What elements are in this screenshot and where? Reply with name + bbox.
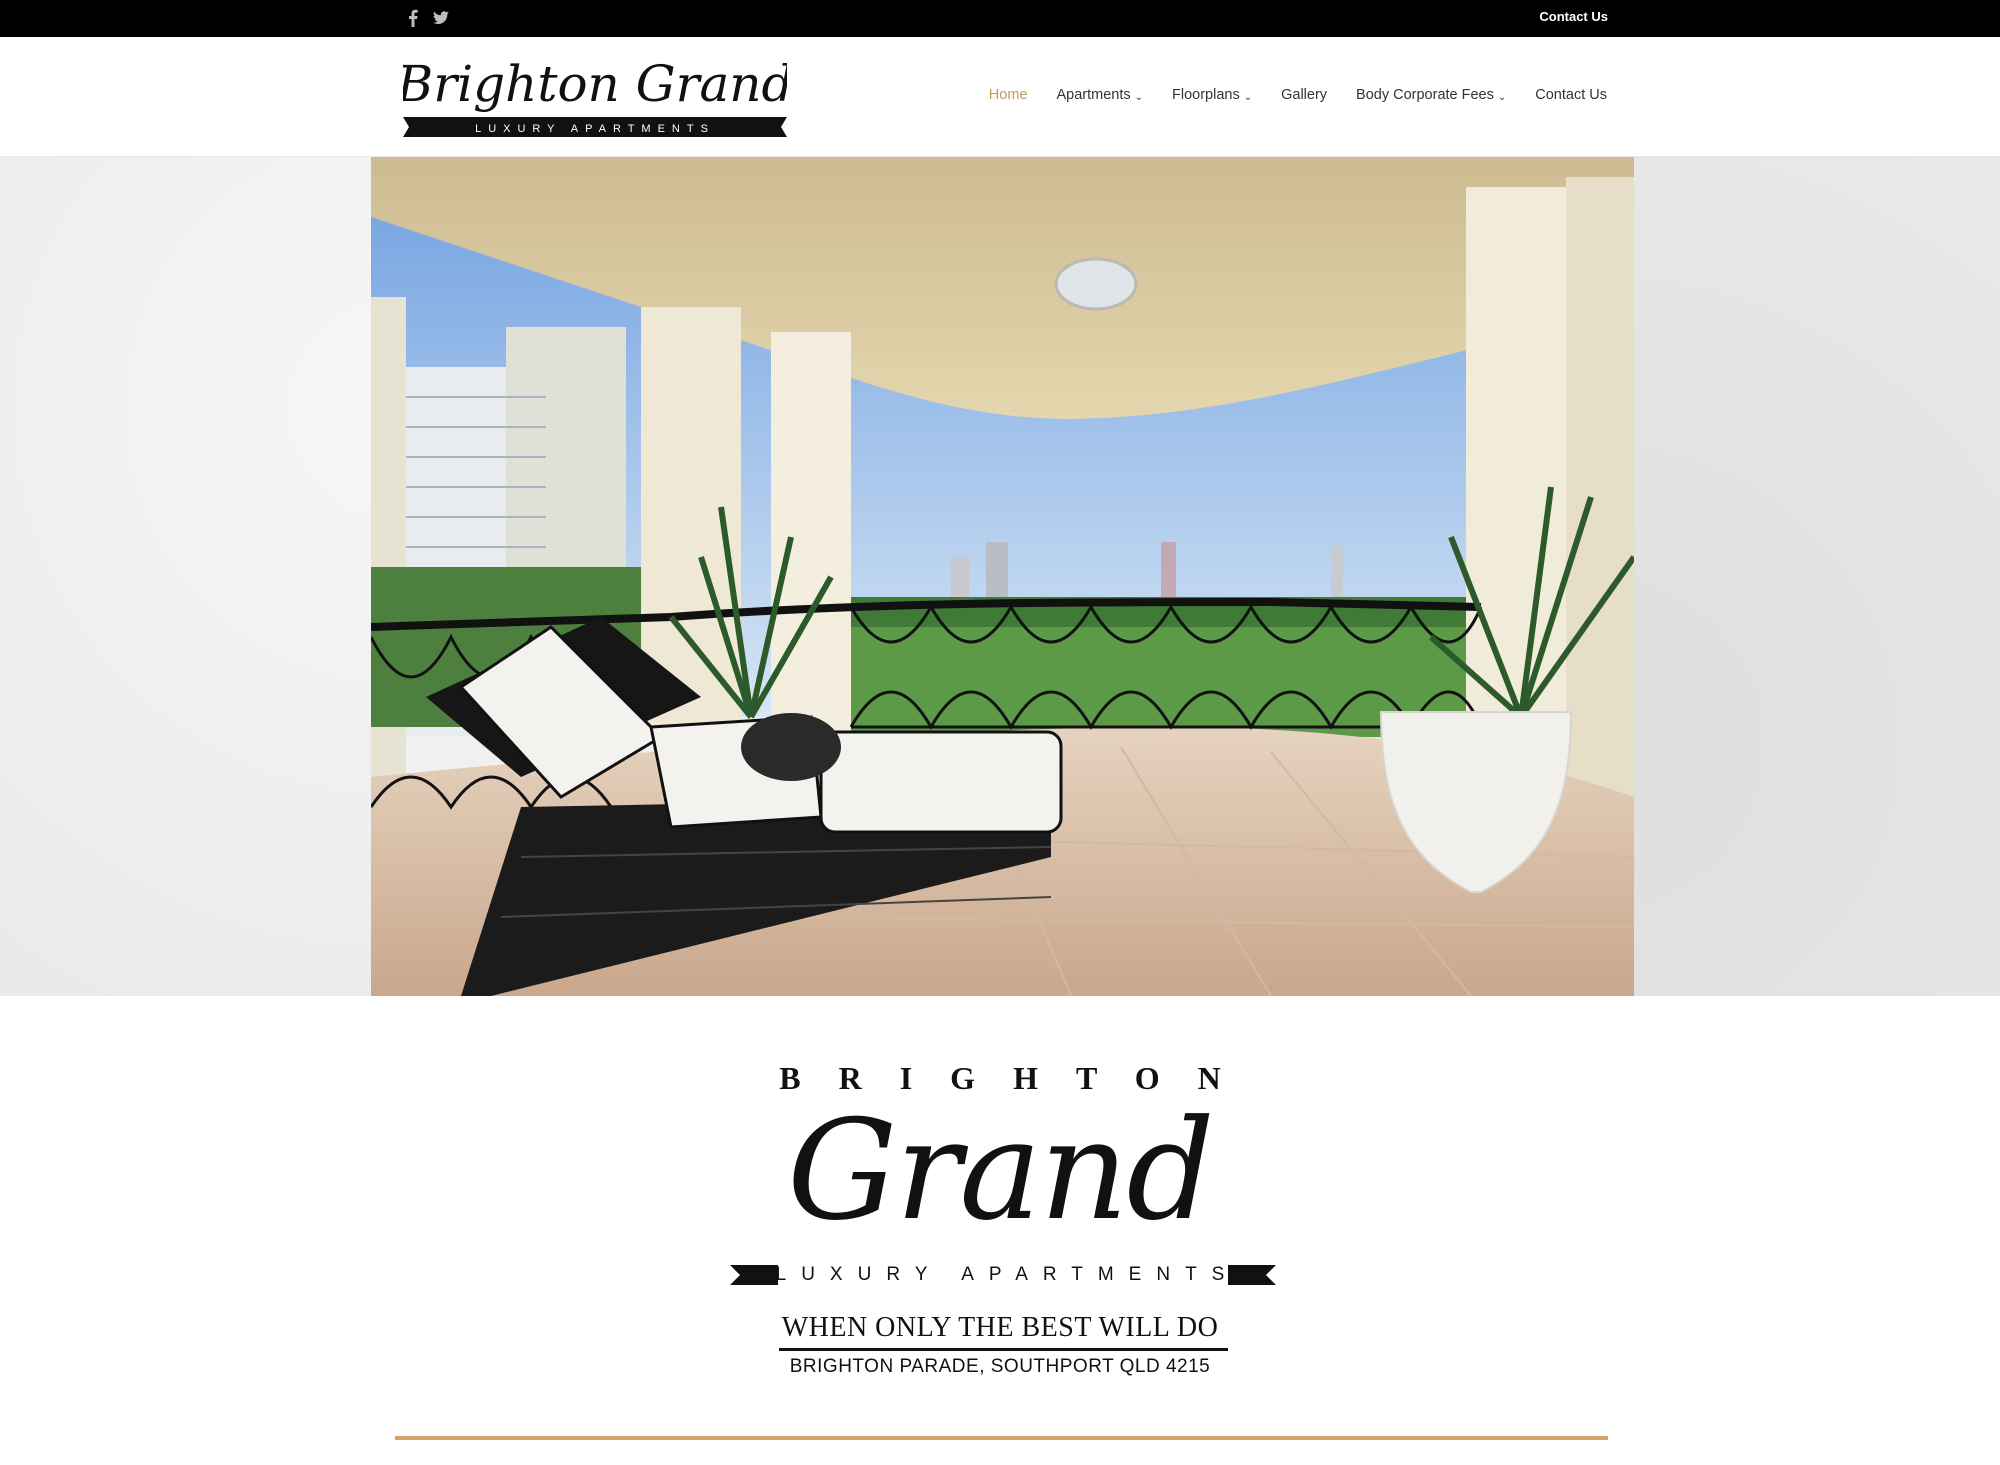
hero-image <box>371 157 1634 996</box>
tagline-underline <box>779 1348 1228 1351</box>
logo-subtitle: LUXURY APARTMENTS <box>475 123 715 135</box>
section-divider <box>395 1436 1608 1440</box>
tagline: WHEN ONLY THE BEST WILL DO <box>781 1312 1219 1343</box>
address: BRIGHTON PARADE, SOUTHPORT QLD 4215 <box>789 1356 1211 1377</box>
nav-body-corporate-fees-label: Body Corporate Fees <box>1356 87 1494 103</box>
main-nav: Home Apartments ⌄ Floorplans ⌄ Gallery Bod… <box>960 87 1607 103</box>
facebook-icon[interactable] <box>405 7 421 29</box>
site-header: Brighton Grand LUXURY APARTMENTS Home Ap… <box>0 37 2000 157</box>
nav-home[interactable]: Home <box>989 87 1028 103</box>
logo-name: Brighton Grand <box>403 55 787 113</box>
chevron-down-icon: ⌄ <box>1134 92 1144 103</box>
nav-gallery-label: Gallery <box>1281 87 1328 103</box>
nav-apartments-label: Apartments <box>1056 87 1131 103</box>
nav-contact-us[interactable]: Contact Us <box>1535 87 1607 103</box>
top-bar: Contact Us <box>0 0 2000 37</box>
nav-body-corporate-fees[interactable]: Body Corporate Fees ⌄ <box>1356 87 1506 103</box>
ribbon-text: LUXURY APARTMENTS <box>775 1264 1240 1285</box>
nav-floorplans[interactable]: Floorplans ⌄ <box>1172 87 1252 103</box>
nav-floorplans-label: Floorplans <box>1172 87 1240 103</box>
chevron-down-icon: ⌄ <box>1243 92 1253 103</box>
social-links <box>405 7 449 29</box>
nav-apartments[interactable]: Apartments ⌄ <box>1056 87 1143 103</box>
chevron-down-icon: ⌄ <box>1497 92 1507 103</box>
nav-gallery[interactable]: Gallery <box>1281 87 1327 103</box>
site-logo[interactable]: Brighton Grand LUXURY APARTMENTS <box>396 51 794 143</box>
brand-script-text: Grand <box>787 1090 1215 1251</box>
topbar-contact-link[interactable]: Contact Us <box>1539 9 1608 24</box>
nav-home-label: Home <box>988 87 1028 103</box>
nav-contact-us-label: Contact Us <box>1535 87 1607 103</box>
twitter-icon[interactable] <box>433 7 449 29</box>
